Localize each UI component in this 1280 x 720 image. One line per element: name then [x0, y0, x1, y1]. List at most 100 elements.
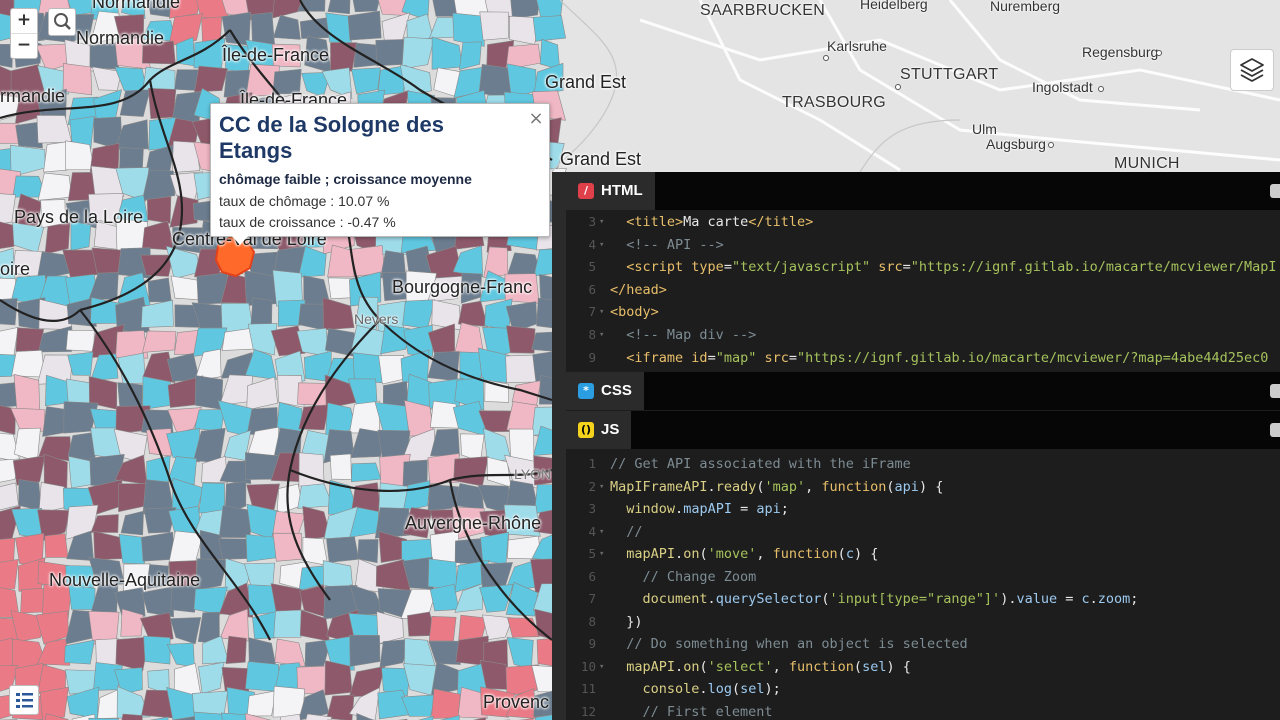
- popup-unemployment-rate: taux de chômage : 10.07 %: [219, 193, 390, 209]
- layers-button[interactable]: [1230, 49, 1274, 91]
- legend-button[interactable]: [9, 685, 39, 715]
- city-augsburg: Augsburg: [986, 136, 1046, 152]
- line-number: 4: [588, 523, 596, 539]
- city-karlsruhe: Karlsruhe: [827, 38, 887, 54]
- tab-css[interactable]: * CSS: [566, 372, 644, 410]
- fold-arrow-icon[interactable]: ▾: [599, 662, 604, 672]
- code-token: mapAPI: [626, 546, 676, 562]
- line-number: 9: [588, 349, 596, 365]
- city-regensburg: Regensburg: [1082, 44, 1159, 60]
- code-token: .: [699, 681, 708, 697]
- code-line: MapIFrameAPI.ready('map', function(api) …: [610, 479, 943, 495]
- code-token: c: [845, 546, 854, 562]
- region-label-normandie-top: Normandie: [92, 0, 181, 12]
- html-code-area[interactable]: 3 ▾ <title>Ma carte</title> 4 ▾ <!-- API --…: [566, 210, 1280, 370]
- layers-icon: [1240, 58, 1264, 82]
- fold-arrow-icon[interactable]: ▾: [599, 307, 604, 317]
- code-token: <body>: [610, 304, 659, 321]
- gear-icon[interactable]: [1270, 184, 1280, 198]
- code-token: (: [853, 658, 863, 675]
- code-token: window: [626, 501, 676, 517]
- code-token: console: [642, 681, 700, 697]
- tab-html-label: HTML: [601, 182, 643, 199]
- fold-arrow-icon[interactable]: ▾: [599, 217, 604, 227]
- code-line: <iframe id="map" src="https://ignf.gitla…: [610, 350, 1268, 366]
- line-number: 9: [588, 636, 596, 651]
- zoom-in-button[interactable]: +: [11, 9, 37, 33]
- city-dot-karlsruhe: [823, 55, 829, 61]
- js-panel-header: () JS: [566, 411, 1280, 449]
- code-token: (: [699, 546, 708, 562]
- code-line: // Do something when an object is select…: [610, 636, 967, 652]
- code-token: 'move': [707, 546, 757, 562]
- line-number: 12: [580, 703, 596, 719]
- code-token: on: [683, 546, 700, 562]
- region-label-normandie-left: rmandie: [0, 86, 66, 106]
- code-token: <title>: [626, 214, 684, 230]
- fold-arrow-icon[interactable]: ▾: [599, 482, 604, 492]
- fold-arrow-icon[interactable]: ▾: [599, 549, 604, 559]
- code-token: </head>: [610, 281, 667, 298]
- code-token: =: [707, 349, 716, 366]
- code-line: }): [610, 614, 642, 630]
- code-token: (: [699, 658, 708, 675]
- fold-arrow-icon[interactable]: ▾: [599, 527, 604, 537]
- gear-icon[interactable]: [1270, 384, 1280, 398]
- region-label-grand-est-2: Grand Est: [560, 149, 642, 169]
- code-token: ready: [715, 478, 757, 495]
- line-number: 7: [588, 591, 596, 606]
- code-token: .: [707, 591, 716, 607]
- line-number: 4: [588, 236, 596, 252]
- city-munich: MUNICH: [1114, 155, 1180, 172]
- region-label-auvergne: Auvergne-Rhône: [405, 513, 542, 533]
- code-line: </head>: [610, 282, 667, 298]
- code-token: id: [691, 349, 708, 366]
- js-code-area[interactable]: 1// Get API associated with the iFrame 2 ▾…: [566, 451, 1280, 720]
- code-token: =: [723, 259, 732, 276]
- city-dot-stuttgart: [895, 84, 901, 90]
- code-token: document: [642, 591, 708, 607]
- code-line: window.mapAPI = api;: [610, 501, 789, 517]
- line-number: 11: [580, 681, 596, 696]
- zoom-out-button[interactable]: −: [11, 33, 37, 58]
- search-button[interactable]: [48, 8, 76, 36]
- tab-html[interactable]: / HTML: [566, 172, 655, 210]
- gear-icon[interactable]: [1270, 423, 1280, 437]
- code-token: ;: [1130, 591, 1139, 607]
- code-token: =: [731, 501, 757, 517]
- region-label-loire-left: oire: [0, 259, 31, 279]
- code-token: querySelector: [715, 591, 822, 607]
- region-label-ile-de-france: Île-de-France: [222, 45, 330, 65]
- line-number: 5: [588, 259, 596, 275]
- line-number: 8: [588, 327, 596, 342]
- code-token: <!-- Map div -->: [626, 327, 757, 343]
- list-icon: [16, 693, 33, 708]
- city-stuttgart: STUTTGART: [900, 66, 999, 83]
- code-token: log: [707, 681, 732, 697]
- code-token: function: [788, 658, 854, 675]
- fold-arrow-icon[interactable]: ▾: [599, 330, 604, 340]
- code-token: (: [886, 478, 895, 495]
- code-token: .: [675, 546, 684, 562]
- html-panel-header: / HTML: [566, 172, 1280, 210]
- code-token: );: [764, 681, 781, 697]
- code-line: <title>Ma carte</title>: [610, 214, 813, 230]
- code-line: <script type="text/javascript" src="http…: [610, 259, 1276, 276]
- code-token: type: [691, 259, 724, 276]
- popup-title: CC de la Sologne des Etangs: [219, 112, 444, 163]
- code-token: .: [707, 478, 716, 495]
- code-token: ) {: [886, 658, 911, 675]
- fold-arrow-icon[interactable]: ▾: [599, 240, 604, 250]
- city-dot-regensburg: [1156, 50, 1162, 56]
- popup-close-button[interactable]: ×: [528, 108, 544, 129]
- code-token: // Change Zoom: [642, 568, 757, 585]
- code-token: ) {: [918, 478, 944, 495]
- tab-js[interactable]: () JS: [566, 411, 632, 449]
- line-number: 10: [580, 658, 596, 674]
- city-ulm: Ulm: [972, 121, 997, 137]
